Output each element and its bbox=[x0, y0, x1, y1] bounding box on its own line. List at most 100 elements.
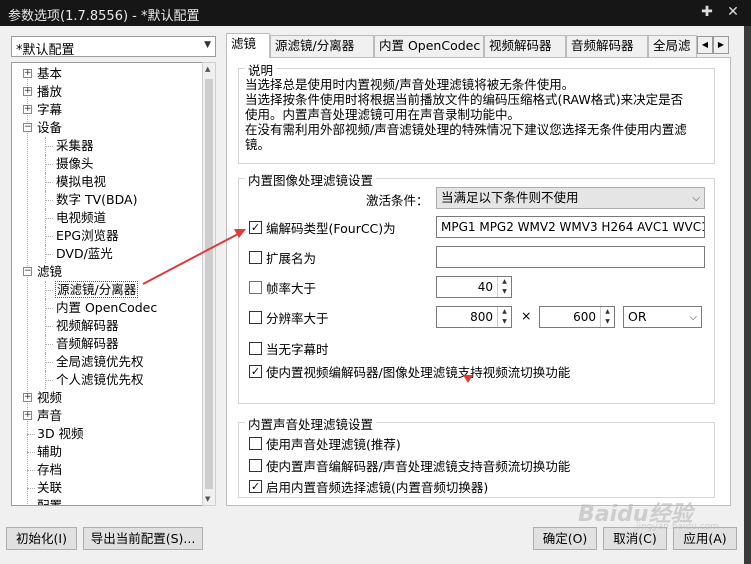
codec-label: 编解码类型(FourCC)为 bbox=[266, 221, 396, 236]
spin-down-icon[interactable]: ▼ bbox=[498, 317, 511, 327]
audio-filter-checkbox[interactable] bbox=[249, 437, 262, 450]
tree-branch-line bbox=[45, 362, 53, 363]
audio-selector-checkbox[interactable]: ✓ bbox=[249, 480, 262, 493]
tree-branch-line bbox=[45, 326, 53, 327]
codec-checkbox[interactable]: ✓ bbox=[249, 221, 262, 234]
spin-up-icon[interactable]: ▲ bbox=[498, 277, 511, 287]
tree-item-label: 滤镜 bbox=[37, 264, 63, 279]
scroll-up-icon[interactable]: ▲ bbox=[205, 65, 210, 73]
tab-filters[interactable]: 滤镜 bbox=[226, 33, 270, 58]
tree-scrollbar[interactable]: ▲ ▼ bbox=[202, 62, 216, 506]
spin-down-icon[interactable]: ▼ bbox=[498, 287, 511, 297]
video-switch-label: 使内置视频编解码器/图像处理滤镜支持视频流切换功能 bbox=[266, 365, 571, 380]
tree-item[interactable]: 辅助 bbox=[37, 443, 62, 461]
tree-item[interactable]: DVD/蓝光 bbox=[56, 245, 113, 263]
video-switch-checkbox[interactable]: ✓ bbox=[249, 365, 262, 378]
tree-branch-line bbox=[45, 191, 46, 209]
no-subtitle-checkbox[interactable] bbox=[249, 342, 262, 355]
tree-item[interactable]: 3D 视频 bbox=[37, 425, 84, 443]
tree-item[interactable]: 视频 bbox=[37, 389, 62, 407]
tree-item[interactable]: 数字 TV(BDA) bbox=[56, 191, 137, 209]
tree-branch-line bbox=[45, 137, 46, 155]
resolution-width-field[interactable]: 800 ▲ ▼ bbox=[436, 306, 512, 328]
tab-next-icon[interactable]: ▶ bbox=[713, 36, 729, 54]
tree-item[interactable]: 基本 bbox=[37, 65, 62, 83]
tree-item[interactable]: 滤镜 bbox=[37, 263, 62, 281]
resolution-height-field[interactable]: 600 ▲ ▼ bbox=[539, 306, 615, 328]
tab-prev-icon[interactable]: ◀ bbox=[697, 36, 713, 54]
tree-item[interactable]: 关联 bbox=[37, 479, 62, 497]
tree-item-label: 播放 bbox=[37, 84, 63, 99]
expand-icon[interactable]: + bbox=[23, 105, 32, 114]
tree-item[interactable]: 电视频道 bbox=[56, 209, 106, 227]
audio-filter-label: 使用声音处理滤镜(推荐) bbox=[266, 437, 401, 452]
scroll-thumb[interactable] bbox=[205, 79, 213, 489]
initialize-button[interactable]: 初始化(I) bbox=[6, 527, 77, 550]
width-spinner[interactable]: ▲ ▼ bbox=[497, 307, 511, 327]
tree-item[interactable]: 设备 bbox=[37, 119, 62, 137]
settings-tree[interactable]: + 基本 + 播放 + 字幕 − 设备 采集器 摄像头 模拟电视 数字 TV(BDA) 电视频道 EPG浏… bbox=[11, 62, 216, 506]
tree-item-label: 存档 bbox=[37, 462, 63, 477]
tree-item[interactable]: 字幕 bbox=[37, 101, 62, 119]
check-icon: ✓ bbox=[250, 365, 261, 378]
close-icon[interactable]: ✕ bbox=[724, 3, 742, 21]
tree-item[interactable]: 模拟电视 bbox=[56, 173, 106, 191]
fps-spinner[interactable]: ▲ ▼ bbox=[497, 277, 511, 297]
tree-item[interactable]: EPG浏览器 bbox=[56, 227, 119, 245]
preset-value: *默认配置 bbox=[16, 43, 75, 58]
tab-global[interactable]: 全局滤 bbox=[648, 35, 697, 57]
export-config-button[interactable]: 导出当前配置(S)... bbox=[83, 527, 203, 550]
tree-item[interactable]: 采集器 bbox=[56, 137, 94, 155]
tree-item[interactable]: 播放 bbox=[37, 83, 62, 101]
expand-icon[interactable]: + bbox=[23, 411, 32, 420]
height-spinner[interactable]: ▲ ▼ bbox=[600, 307, 614, 327]
spin-up-icon[interactable]: ▲ bbox=[498, 307, 511, 317]
activate-condition-select[interactable]: 当满足以下条件则不使用 ⌵ bbox=[436, 187, 705, 209]
tab-video-decoder[interactable]: 视频解码器 bbox=[484, 35, 566, 57]
tree-branch-line bbox=[45, 182, 53, 183]
resolution-label: 分辨率大于 bbox=[266, 311, 329, 326]
tree-item-label: EPG浏览器 bbox=[56, 228, 119, 243]
tab-audio-decoder[interactable]: 音频解码器 bbox=[566, 35, 648, 57]
fps-checkbox[interactable] bbox=[249, 281, 262, 294]
audio-group: 内置声音处理滤镜设置 使用声音处理滤镜(推荐) 使内置声音编解码器/声音处理滤镜… bbox=[238, 414, 715, 498]
tree-branch-line bbox=[45, 236, 53, 237]
audio-switch-checkbox[interactable] bbox=[249, 459, 262, 472]
collapse-icon[interactable]: − bbox=[23, 267, 32, 276]
activate-value: 当满足以下条件则不使用 bbox=[441, 190, 579, 205]
tree-item[interactable]: 存档 bbox=[37, 461, 62, 479]
resolution-operator-select[interactable]: OR ⌵ bbox=[623, 306, 702, 328]
tree-item[interactable]: 配置 bbox=[37, 497, 62, 505]
chevron-down-icon: ⌵ bbox=[689, 312, 697, 323]
tree-item[interactable]: 声音 bbox=[37, 407, 62, 425]
tree-item[interactable]: 源滤镜/分离器 bbox=[54, 281, 139, 299]
tree-item[interactable]: 视频解码器 bbox=[56, 317, 119, 335]
fps-value: 40 bbox=[477, 280, 493, 294]
scroll-down-icon[interactable]: ▼ bbox=[205, 495, 210, 503]
tree-item[interactable]: 个人滤镜优先权 bbox=[56, 371, 144, 389]
tree-item-label: 全局滤镜优先权 bbox=[56, 354, 144, 369]
tree-branch-line bbox=[45, 281, 46, 299]
resolution-checkbox[interactable] bbox=[249, 311, 262, 324]
codec-field[interactable]: MPG1 MPG2 WMV2 WMV3 H264 AVC1 WVC1 bbox=[436, 216, 705, 238]
preset-select[interactable]: *默认配置 ▼ bbox=[11, 36, 216, 58]
expand-icon[interactable]: + bbox=[23, 393, 32, 402]
tree-item[interactable]: 全局滤镜优先权 bbox=[56, 353, 144, 371]
tree-item[interactable]: 音频解码器 bbox=[56, 335, 119, 353]
extension-checkbox[interactable] bbox=[249, 251, 262, 264]
tree-item[interactable]: 内置 OpenCodec bbox=[56, 299, 157, 317]
collapse-icon[interactable]: − bbox=[23, 123, 32, 132]
extension-field[interactable] bbox=[436, 246, 705, 268]
tab-source-filters[interactable]: 源滤镜/分离器 bbox=[270, 35, 374, 57]
audio-group-title: 内置声音处理滤镜设置 bbox=[245, 414, 377, 433]
pin-icon[interactable]: ✚ bbox=[698, 3, 716, 21]
ok-button[interactable]: 确定(O) bbox=[533, 527, 597, 550]
expand-icon[interactable]: + bbox=[23, 69, 32, 78]
tab-opencodec[interactable]: 内置 OpenCodec bbox=[374, 35, 484, 57]
expand-icon[interactable]: + bbox=[23, 87, 32, 96]
spin-up-icon[interactable]: ▲ bbox=[601, 307, 614, 317]
tree-item[interactable]: 摄像头 bbox=[56, 155, 94, 173]
fps-field[interactable]: 40 ▲ ▼ bbox=[436, 276, 512, 298]
spin-down-icon[interactable]: ▼ bbox=[601, 317, 614, 327]
fps-label: 帧率大于 bbox=[266, 281, 317, 296]
